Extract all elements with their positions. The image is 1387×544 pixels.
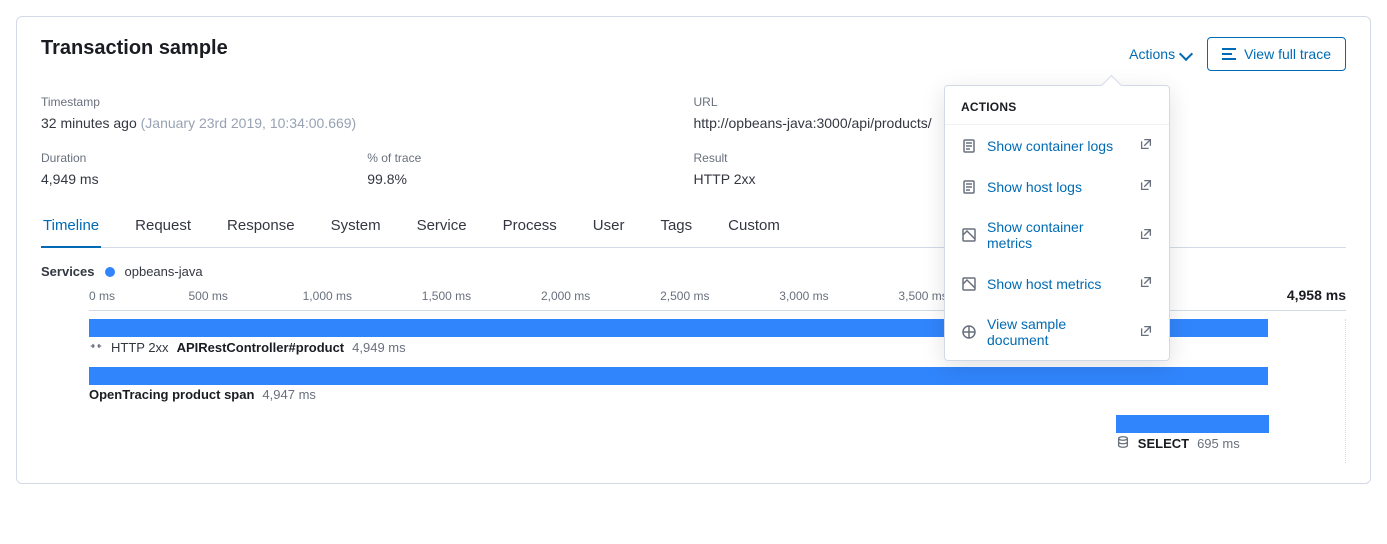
menu-item-icon <box>961 276 977 292</box>
span-name: OpenTracing product span <box>89 387 254 402</box>
database-icon <box>1116 435 1130 452</box>
waterfall-bar <box>1116 415 1270 433</box>
menu-item-label: Show container metrics <box>987 219 1129 251</box>
tab-timeline[interactable]: Timeline <box>41 207 101 248</box>
view-full-trace-button[interactable]: View full trace <box>1207 37 1346 71</box>
actions-menu-item[interactable]: Show host logs <box>945 166 1169 207</box>
actions-menu-item[interactable]: Show host metrics <box>945 263 1169 304</box>
menu-item-label: Show host logs <box>987 179 1082 195</box>
external-link-icon <box>1139 137 1153 154</box>
tab-system[interactable]: System <box>329 207 383 248</box>
timeline-tick: 1,500 ms <box>422 289 471 303</box>
menu-item-label: Show host metrics <box>987 276 1101 292</box>
timeline-tick: 2,000 ms <box>541 289 590 303</box>
menu-item-icon <box>961 227 977 243</box>
services-label: Services <box>41 264 95 279</box>
meta-timestamp-value: 32 minutes ago (January 23rd 2019, 10:34… <box>41 115 694 131</box>
external-link-icon <box>1139 178 1153 195</box>
timeline-tick: 2,500 ms <box>660 289 709 303</box>
meta-timestamp-label: Timestamp <box>41 95 694 109</box>
menu-item-label: Show container logs <box>987 138 1113 154</box>
meta-duration-value: 4,949 ms <box>41 171 367 187</box>
tab-service[interactable]: Service <box>415 207 469 248</box>
span-status: HTTP 2xx <box>111 340 169 355</box>
span-name: SELECT <box>1138 436 1189 451</box>
timeline-tick: 0 ms <box>89 289 115 303</box>
header-actions: Actions View full trace <box>1125 37 1346 71</box>
actions-menu-item[interactable]: View sample document <box>945 304 1169 360</box>
span-name: APIRestController#product <box>177 340 345 355</box>
tab-response[interactable]: Response <box>225 207 297 248</box>
waterfall-row[interactable]: SELECT 695 ms <box>89 415 1346 463</box>
meta-duration: Duration 4,949 ms <box>41 151 367 187</box>
tab-user[interactable]: User <box>591 207 627 248</box>
actions-button-label: Actions <box>1129 46 1175 62</box>
transaction-sample-panel: Transaction sample Actions View full tra… <box>16 16 1371 484</box>
menu-item-icon <box>961 138 977 154</box>
waterfall-label: HTTP 2xx APIRestController#product 4,949 m… <box>89 339 406 356</box>
tab-request[interactable]: Request <box>133 207 193 248</box>
trace-list-icon <box>1222 48 1236 60</box>
actions-popover: ACTIONS Show container logs Show host log… <box>944 85 1170 361</box>
external-link-icon <box>1139 324 1153 341</box>
timeline-end-label: 4,958 ms <box>1287 287 1346 303</box>
actions-popover-title: ACTIONS <box>945 86 1169 125</box>
external-link-icon <box>1139 275 1153 292</box>
actions-menu-item[interactable]: Show container logs <box>945 125 1169 166</box>
menu-item-icon <box>961 179 977 195</box>
meta-pct-trace: % of trace 99.8% <box>367 151 693 187</box>
panel-title: Transaction sample <box>41 37 228 60</box>
tab-custom[interactable]: Custom <box>726 207 782 248</box>
external-link-icon <box>1139 227 1153 244</box>
tab-process[interactable]: Process <box>501 207 559 248</box>
meta-duration-label: Duration <box>41 151 367 165</box>
meta-pct-trace-value: 99.8% <box>367 171 693 187</box>
waterfall-row[interactable]: OpenTracing product span 4,947 ms <box>89 367 1346 415</box>
tab-tags[interactable]: Tags <box>658 207 694 248</box>
view-full-trace-label: View full trace <box>1244 46 1331 62</box>
timeline-tick: 1,000 ms <box>303 289 352 303</box>
panel-header: Transaction sample Actions View full tra… <box>41 37 1346 71</box>
waterfall-label: SELECT 695 ms <box>1116 435 1240 452</box>
menu-item-label: View sample document <box>987 316 1129 348</box>
meta-pct-trace-label: % of trace <box>367 151 693 165</box>
span-duration: 4,949 ms <box>352 340 405 355</box>
timeline-tick: 3,000 ms <box>779 289 828 303</box>
waterfall-bar <box>89 367 1268 385</box>
actions-button[interactable]: Actions <box>1125 40 1195 68</box>
span-duration: 4,947 ms <box>262 387 315 402</box>
service-name: opbeans-java <box>125 264 203 279</box>
timeline-tick: 500 ms <box>188 289 227 303</box>
span-duration: 695 ms <box>1197 436 1240 451</box>
menu-item-icon <box>961 324 977 340</box>
waterfall-label: OpenTracing product span 4,947 ms <box>89 387 316 402</box>
timestamp-absolute: (January 23rd 2019, 10:34:00.669) <box>141 115 357 131</box>
meta-timestamp: Timestamp 32 minutes ago (January 23rd 2… <box>41 95 694 131</box>
timestamp-relative: 32 minutes ago <box>41 115 137 131</box>
service-color-dot-icon <box>105 267 115 277</box>
chevron-down-icon <box>1181 46 1191 62</box>
transaction-span-icon <box>89 339 103 356</box>
actions-menu-item[interactable]: Show container metrics <box>945 207 1169 263</box>
timeline-tick: 3,500 ms <box>898 289 947 303</box>
